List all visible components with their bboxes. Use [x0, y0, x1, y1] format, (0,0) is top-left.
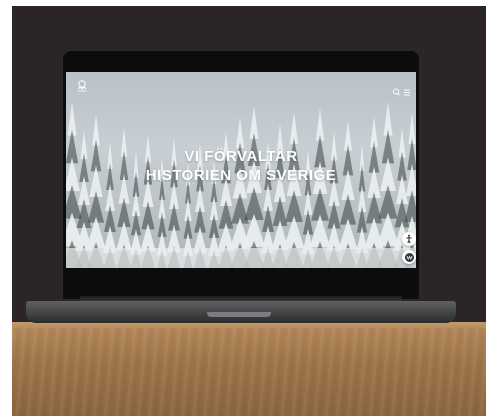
hero-headline-line1: VI FÖRVALTAR — [184, 148, 298, 165]
header-actions — [392, 82, 412, 96]
accessibility-button[interactable] — [402, 232, 416, 246]
chat-button[interactable] — [402, 250, 416, 264]
laptop-notch — [207, 312, 271, 317]
hero-headline-line2: HISTORIEN OM SVERIGE — [145, 167, 337, 184]
hero-headline: VI FÖRVALTAR HISTORIEN OM SVERIGE — [66, 147, 416, 185]
hamburger-menu-icon[interactable] — [404, 89, 410, 96]
search-icon[interactable] — [393, 88, 400, 96]
accessibility-icon — [406, 234, 412, 244]
crown-emblem-icon[interactable] — [74, 78, 90, 94]
chat-icon — [404, 252, 414, 262]
wooden-pedestal — [12, 328, 486, 416]
